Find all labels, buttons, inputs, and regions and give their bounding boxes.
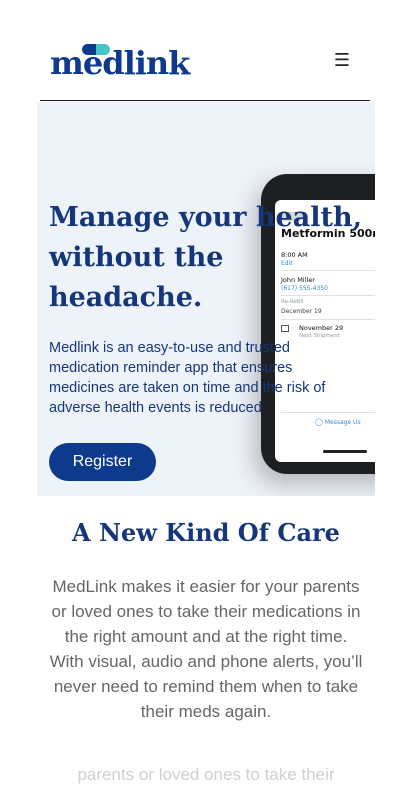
section-title: A New Kind Of Care: [72, 518, 340, 547]
site-header: medlink ☰: [0, 0, 412, 102]
message-us-label: Message Us: [324, 419, 361, 426]
message-us-link: ◯ Message Us: [315, 418, 361, 426]
hero-title: Manage your health, without the headache…: [49, 202, 362, 313]
register-button[interactable]: Register: [49, 443, 156, 481]
shipment-date: November 29: [299, 324, 344, 332]
faded-text: parents or loved ones to take their: [77, 765, 335, 784]
section-text: MedLink makes it easier for your parents…: [49, 577, 363, 721]
screen-divider: [281, 319, 375, 320]
header-divider: [40, 100, 370, 101]
logo-text: medlink: [50, 44, 190, 82]
chat-bubble-icon: ◯: [315, 418, 323, 426]
home-indicator: [323, 450, 367, 453]
hamburger-menu-icon[interactable]: ☰: [330, 48, 354, 72]
hero-section: Metformin 500mg 8:00 AM Edit John Miller…: [37, 102, 375, 496]
hero-description: Medlink is an easy-to-use and trusted me…: [49, 340, 326, 416]
package-icon: [281, 325, 289, 332]
medlink-logo[interactable]: medlink: [50, 40, 190, 80]
